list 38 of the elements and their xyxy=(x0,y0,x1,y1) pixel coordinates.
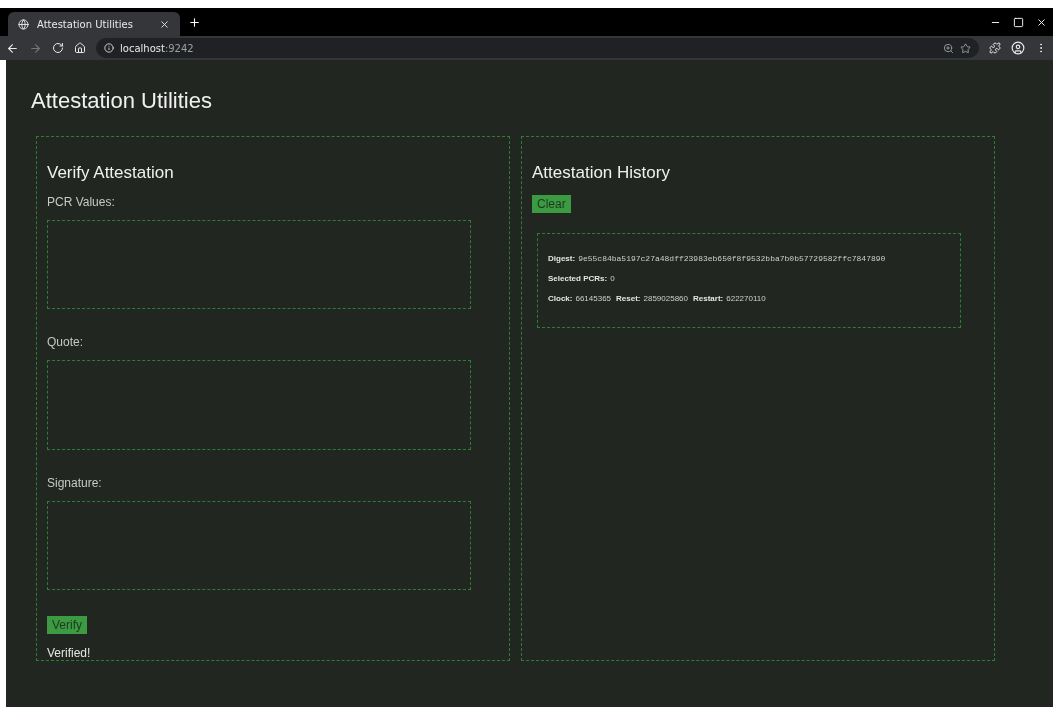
entry-value: 2859025860 xyxy=(643,294,688,303)
forward-icon[interactable] xyxy=(29,41,42,55)
panel-title: Verify Attestation xyxy=(47,163,175,183)
entry-value: 9e55c84ba5197c27a48dff23983eb650f8f9532bba7b0b57729582ffc7847890 xyxy=(578,254,886,263)
avatar-icon[interactable] xyxy=(1011,41,1025,55)
entry-label: Digest: xyxy=(548,254,576,263)
field-label: PCR Values: xyxy=(47,195,116,209)
back-icon[interactable] xyxy=(6,41,19,55)
globe-icon xyxy=(18,18,29,30)
entry-label: Reset: xyxy=(616,294,641,303)
maximize-icon[interactable] xyxy=(1013,16,1024,28)
entry-label: Clock: xyxy=(548,294,573,303)
puzzle-icon[interactable] xyxy=(989,42,1001,54)
reload-icon[interactable] xyxy=(52,42,64,54)
verify-button[interactable]: Verify xyxy=(47,616,87,634)
entry-value: 622270110 xyxy=(726,294,766,303)
field-label: Quote: xyxy=(47,335,85,350)
entry-label: Restart: xyxy=(693,294,724,303)
info-icon xyxy=(104,43,114,53)
field-label: Signature: xyxy=(47,475,103,490)
page-title: Attestation Utilities xyxy=(31,88,213,114)
address-bar[interactable]: localhost:9242 xyxy=(96,38,979,58)
close-icon[interactable] xyxy=(1036,16,1047,28)
browser-tab[interactable]: Attestation Utilities xyxy=(8,12,180,36)
plus-icon[interactable] xyxy=(188,15,201,29)
panel-title: Attestation History xyxy=(532,163,671,183)
entry-label: Selected PCRs: xyxy=(548,274,608,283)
zoom-icon[interactable] xyxy=(943,42,954,54)
clear-button[interactable]: Clear xyxy=(532,195,571,213)
input-field[interactable] xyxy=(47,360,471,450)
entry-value: 66145365 xyxy=(575,294,612,303)
status-text: Verified! xyxy=(47,646,92,660)
home-icon[interactable] xyxy=(74,42,86,54)
entry-value: 0 xyxy=(610,274,615,283)
close-icon[interactable] xyxy=(159,18,170,30)
input-field[interactable] xyxy=(47,500,471,590)
star-icon[interactable] xyxy=(960,42,971,54)
input-field[interactable] xyxy=(47,220,471,310)
